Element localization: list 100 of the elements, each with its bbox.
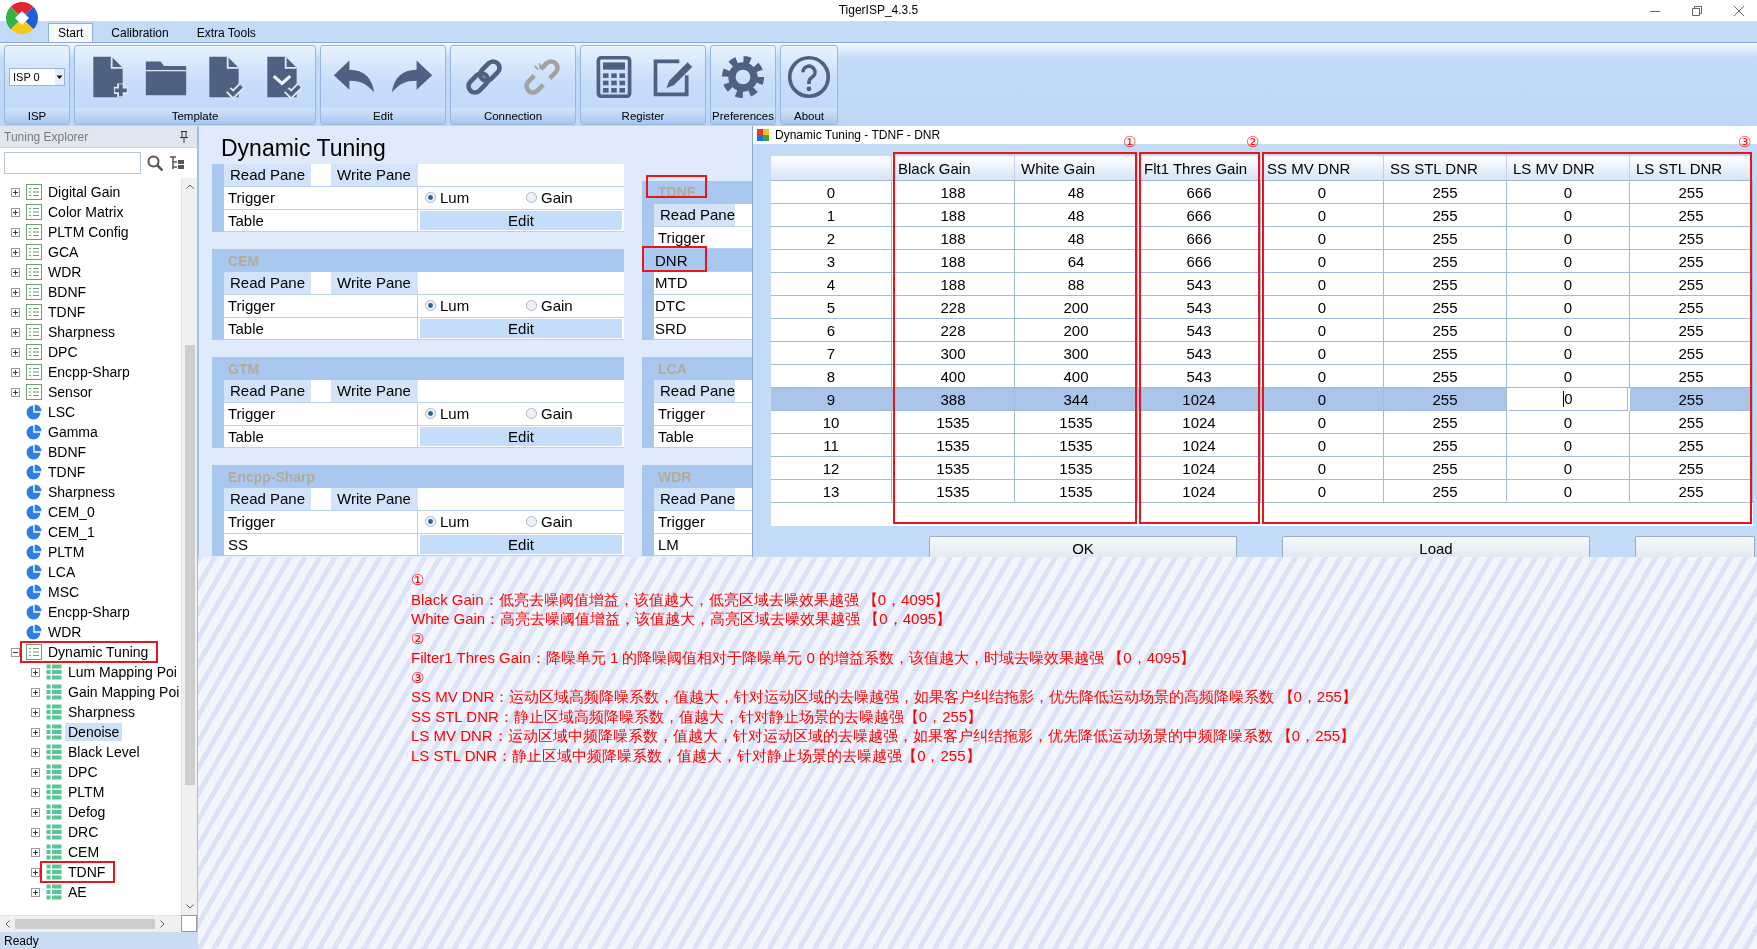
tree-item[interactable]: TDNF bbox=[45, 463, 89, 481]
expand-icon[interactable] bbox=[10, 207, 20, 217]
radio-icon[interactable] bbox=[425, 516, 436, 528]
tree-item[interactable]: CEM_1 bbox=[45, 523, 98, 541]
pane-button[interactable]: Read Pane bbox=[224, 488, 311, 510]
scroll-right-icon[interactable] bbox=[160, 920, 165, 928]
radio-option[interactable]: Lum bbox=[418, 405, 519, 423]
row-header[interactable]: 12 bbox=[771, 457, 892, 480]
cell-input[interactable]: 0 bbox=[1509, 388, 1628, 411]
tree-item[interactable]: Lum Mapping Poi bbox=[65, 663, 180, 681]
row-header[interactable]: 7 bbox=[771, 342, 892, 365]
expand-icon[interactable] bbox=[30, 747, 40, 757]
dialog-button[interactable]: Load bbox=[1282, 536, 1590, 557]
expand-icon[interactable] bbox=[30, 767, 40, 777]
pane-button[interactable]: Read Pane bbox=[224, 380, 311, 402]
row-header[interactable]: 13 bbox=[771, 480, 892, 503]
search-field[interactable] bbox=[4, 152, 141, 174]
row-header[interactable]: 1 bbox=[771, 204, 892, 227]
expand-icon[interactable] bbox=[30, 887, 40, 897]
pane-button[interactable]: Read Pane bbox=[654, 203, 736, 226]
ribbon-tab[interactable]: Start bbox=[48, 23, 94, 42]
ribbon-tab[interactable]: Extra Tools bbox=[186, 23, 266, 42]
tree-item[interactable]: Encpp-Sharp bbox=[45, 363, 133, 381]
radio-option[interactable]: Gain bbox=[519, 405, 620, 423]
radio-icon[interactable] bbox=[526, 300, 537, 312]
tree-item[interactable]: CEM bbox=[65, 843, 103, 861]
tree-item[interactable]: PLTM bbox=[65, 783, 108, 801]
pane-button[interactable]: Read Pane bbox=[654, 380, 736, 402]
pin-icon[interactable] bbox=[179, 130, 189, 143]
tree-item[interactable]: Denoise bbox=[65, 723, 123, 741]
list-item[interactable]: DTC bbox=[654, 294, 752, 317]
row-header[interactable]: 10 bbox=[771, 411, 892, 434]
expand-icon[interactable] bbox=[10, 287, 20, 297]
tree-item[interactable]: Sharpness bbox=[65, 703, 138, 721]
radio-icon[interactable] bbox=[526, 516, 537, 528]
expand-icon[interactable] bbox=[10, 327, 20, 337]
tree-item[interactable]: PLTM Config bbox=[45, 223, 132, 241]
collapse-icon[interactable] bbox=[10, 647, 20, 657]
dropdown[interactable]: ISP 0 bbox=[9, 68, 65, 86]
expand-icon[interactable] bbox=[10, 367, 20, 377]
expand-icon[interactable] bbox=[10, 187, 20, 197]
radio-option[interactable]: Gain bbox=[519, 513, 620, 531]
horizontal-scrollbar[interactable] bbox=[0, 915, 181, 932]
expand-icon[interactable] bbox=[30, 707, 40, 717]
edit-button[interactable]: Edit bbox=[420, 319, 622, 338]
edit-button[interactable]: Edit bbox=[420, 427, 622, 446]
tree-item[interactable]: PLTM bbox=[45, 543, 88, 561]
scroll-left-icon[interactable] bbox=[5, 920, 10, 928]
tree-item[interactable]: Defog bbox=[65, 803, 109, 821]
scroll-thumb[interactable] bbox=[184, 345, 195, 785]
dialog-button[interactable]: OK bbox=[929, 536, 1237, 557]
edit-button[interactable]: Edit bbox=[420, 211, 622, 230]
expand-icon[interactable] bbox=[10, 267, 20, 277]
pane-button[interactable]: Read Pane bbox=[654, 488, 736, 510]
radio-option[interactable]: Lum bbox=[418, 297, 519, 315]
tree-item[interactable]: Color Matrix bbox=[45, 203, 127, 221]
expand-icon[interactable] bbox=[30, 727, 40, 737]
radio-icon[interactable] bbox=[526, 192, 537, 204]
ribbon-tab[interactable]: Calibration bbox=[101, 23, 179, 42]
tree-item[interactable]: BDNF bbox=[45, 443, 90, 461]
expand-icon[interactable] bbox=[30, 667, 40, 677]
tree-item[interactable]: AE bbox=[65, 883, 90, 901]
scroll-up-icon[interactable] bbox=[185, 184, 194, 189]
expand-icon[interactable] bbox=[10, 347, 20, 357]
radio-option[interactable]: Gain bbox=[519, 189, 620, 207]
row-header[interactable]: 9 bbox=[771, 388, 892, 411]
list-item[interactable]: MTD bbox=[654, 272, 752, 294]
expand-icon[interactable] bbox=[30, 827, 40, 837]
tree-item[interactable]: CEM_0 bbox=[45, 503, 98, 521]
expand-icon[interactable] bbox=[30, 787, 40, 797]
expand-icon[interactable] bbox=[30, 807, 40, 817]
search-icon[interactable] bbox=[147, 155, 163, 171]
settings-icon[interactable] bbox=[721, 55, 765, 99]
pane-button[interactable]: Read Pane bbox=[224, 164, 311, 186]
pane-button[interactable]: Write Pane bbox=[331, 272, 418, 294]
tree-item[interactable]: TDNF bbox=[45, 303, 89, 321]
tree-item[interactable]: Gain Mapping Poi bbox=[65, 683, 181, 701]
list-item[interactable]: SRD bbox=[654, 317, 752, 340]
tree-item[interactable]: Sensor bbox=[45, 383, 96, 401]
expand-icon[interactable] bbox=[10, 247, 20, 257]
help-icon[interactable] bbox=[787, 55, 831, 99]
radio-icon[interactable] bbox=[425, 192, 436, 204]
pane-button[interactable]: Read Pane bbox=[224, 272, 311, 294]
tree-item[interactable]: TDNF bbox=[65, 863, 109, 881]
radio-icon[interactable] bbox=[425, 300, 436, 312]
expand-icon[interactable] bbox=[10, 227, 20, 237]
expand-icon[interactable] bbox=[10, 307, 20, 317]
list-item[interactable]: DNR bbox=[654, 249, 752, 271]
restore-icon[interactable] bbox=[1692, 5, 1702, 16]
expand-icon[interactable] bbox=[30, 867, 40, 877]
edit-button[interactable]: Edit bbox=[420, 535, 622, 554]
tree-item[interactable]: DPC bbox=[45, 343, 81, 361]
tree-item[interactable]: Digital Gain bbox=[45, 183, 124, 201]
pane-button[interactable]: Write Pane bbox=[331, 380, 418, 402]
tree-view-icon[interactable] bbox=[169, 155, 185, 171]
tree-item[interactable]: Dynamic Tuning bbox=[45, 643, 152, 661]
row-header[interactable]: 3 bbox=[771, 250, 892, 273]
row-header[interactable]: 4 bbox=[771, 273, 892, 296]
tree-item[interactable]: Sharpness bbox=[45, 483, 118, 501]
row-header[interactable]: 5 bbox=[771, 296, 892, 319]
